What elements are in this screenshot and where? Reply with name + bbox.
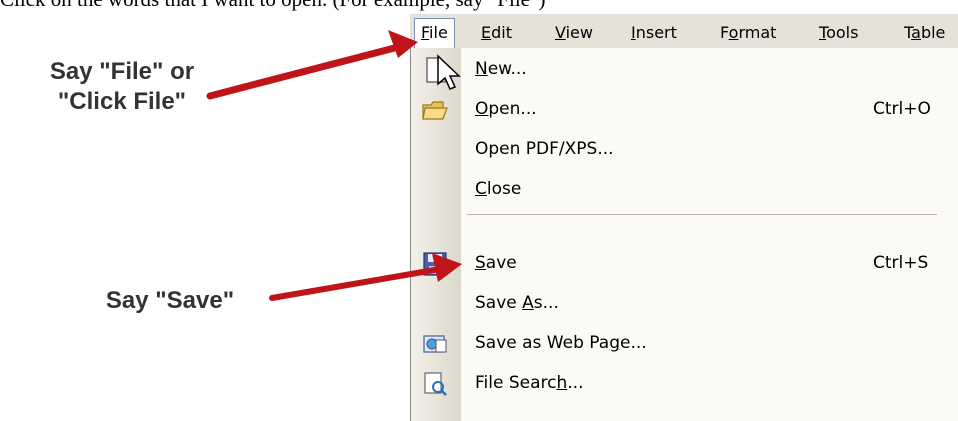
menu-item-save-shortcut: Ctrl+S	[873, 253, 929, 273]
menu-bar: File Edit View Insert Format Tools Table	[410, 14, 958, 49]
menu-tools[interactable]: Tools	[814, 21, 863, 44]
menu-view[interactable]: View	[550, 21, 598, 44]
menu-item-open-pdf-label: Open PDF/XPS...	[475, 139, 614, 159]
menu-insert[interactable]: Insert	[626, 21, 682, 44]
menu-file-label: File	[421, 23, 448, 42]
new-document-icon	[421, 56, 449, 84]
menu-item-save-web[interactable]: Save as Web Page...	[411, 324, 958, 364]
open-folder-icon	[421, 96, 449, 124]
menu-item-save-as[interactable]: Save As...	[411, 284, 958, 324]
callout-file: Say "File" or "Click File"	[2, 57, 242, 117]
callout-file-line1: Say "File" or	[49, 58, 195, 85]
callout-save: Say "Save"	[105, 287, 235, 314]
menu-item-open-pdf[interactable]: Open PDF/XPS...	[411, 130, 958, 170]
callout-file-line2: "Click File"	[57, 88, 187, 115]
menu-table[interactable]: Table	[899, 21, 950, 44]
menu-item-file-search[interactable]: File Search...	[411, 364, 958, 404]
menu-item-save-label: Save	[475, 253, 517, 273]
menu-edit[interactable]: Edit	[476, 21, 517, 44]
file-menu-dropdown: New... Open... Ctrl+O Open PDF/XPS... Cl…	[410, 48, 958, 421]
menu-item-close-label: Close	[475, 179, 522, 199]
menu-item-open[interactable]: Open... Ctrl+O	[411, 90, 958, 130]
menu-format[interactable]: Format	[715, 21, 781, 44]
file-search-icon	[421, 370, 449, 398]
menu-item-save[interactable]: Save Ctrl+S	[411, 244, 958, 284]
save-floppy-icon	[421, 250, 449, 278]
web-page-icon	[421, 330, 449, 358]
menu-item-open-shortcut: Ctrl+O	[873, 99, 931, 119]
menu-item-open-label: Open...	[475, 99, 537, 119]
menu-file[interactable]: File	[414, 18, 455, 48]
menu-item-save-web-label: Save as Web Page...	[475, 333, 647, 353]
menu-item-new-label: New...	[475, 59, 527, 79]
menu-item-save-as-label: Save As...	[475, 293, 559, 313]
instruction-text: Click on the words that I want to open. …	[0, 0, 958, 12]
menu-item-new[interactable]: New...	[411, 50, 958, 90]
menu-item-close[interactable]: Close	[411, 170, 958, 210]
menu-separator	[467, 214, 937, 215]
menu-item-file-search-label: File Search...	[475, 373, 584, 393]
